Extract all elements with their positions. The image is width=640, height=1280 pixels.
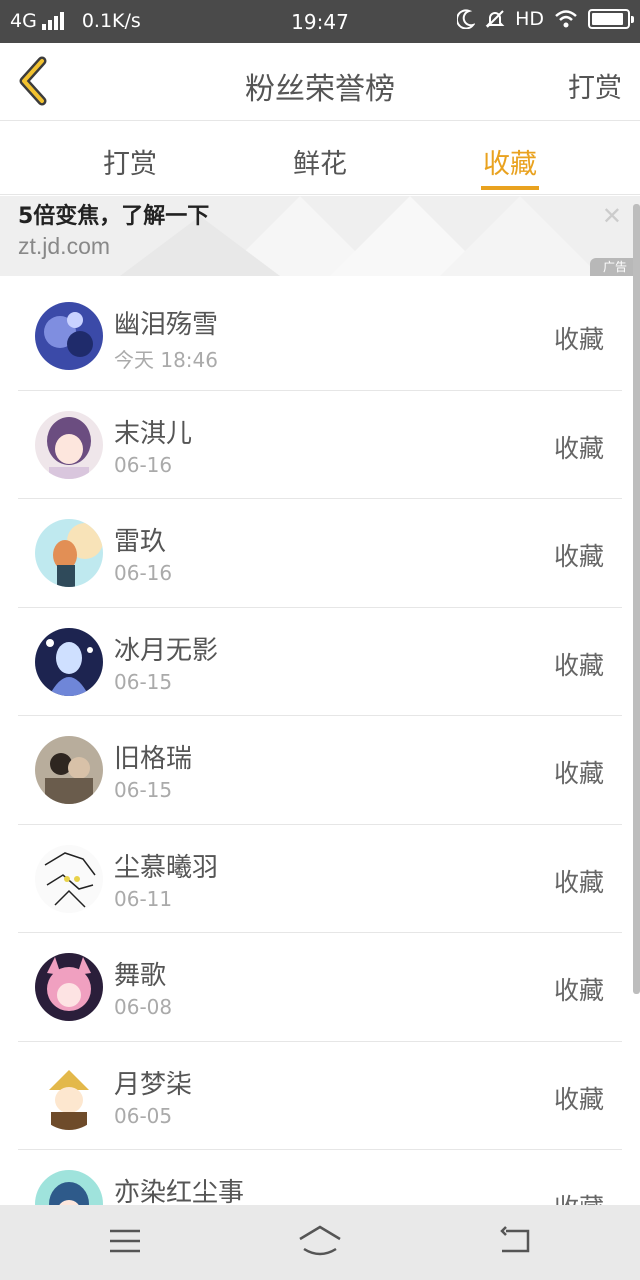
avatar[interactable]	[35, 627, 103, 696]
avatar[interactable]	[35, 410, 103, 479]
system-nav-bar	[0, 1205, 640, 1280]
fan-name: 冰月无影	[114, 635, 219, 666]
avatar[interactable]	[35, 1061, 103, 1130]
avatar[interactable]	[35, 302, 103, 370]
fan-date: 06-08	[114, 995, 173, 1019]
wifi-icon	[555, 10, 577, 28]
fan-name: 亦染红尘事	[114, 1178, 245, 1208]
fan-name: 尘慕曦羽	[114, 852, 219, 883]
home-icon	[299, 1225, 341, 1256]
tab-bar: 打赏 鲜花 收藏	[0, 122, 640, 195]
battery-icon	[588, 9, 634, 29]
status-right: HD	[447, 8, 634, 30]
fan-date: 06-15	[114, 669, 173, 694]
fan-name: 旧格瑞	[114, 744, 193, 774]
list-item[interactable]: 雷玖 06-16 收藏	[18, 499, 622, 608]
list-item[interactable]: 旧格瑞 06-15 收藏	[18, 716, 622, 825]
fan-status: 收藏	[553, 1084, 604, 1114]
fan-name: 舞歌	[114, 961, 167, 991]
fan-status: 收藏	[553, 433, 604, 463]
fan-date: 06-15	[114, 778, 173, 802]
status-bar: 4G 0.1K/s 19:47 HD	[0, 0, 640, 43]
fan-date: 今天 18:46	[114, 348, 218, 372]
fan-list: 幽泪殇雪 今天 18:46 收藏 末淇儿 06-16 收藏 雷玖 06-16 收…	[18, 282, 622, 1259]
ad-headline: 5倍变焦，了解一下	[18, 204, 210, 229]
fan-name: 末淇儿	[114, 418, 193, 449]
home-button[interactable]	[298, 1223, 342, 1263]
avatar[interactable]	[35, 844, 103, 913]
menu-icon	[110, 1229, 140, 1253]
back-nav-icon	[500, 1226, 530, 1253]
fan-status: 收藏	[553, 976, 604, 1005]
back-nav-button[interactable]	[498, 1223, 532, 1263]
list-item[interactable]: 尘慕曦羽 06-11 收藏	[18, 825, 622, 933]
ad-domain: zt.jd.com	[18, 233, 111, 259]
fan-status: 收藏	[553, 325, 604, 354]
tab-flowers[interactable]: 鲜花	[260, 142, 380, 181]
tab-favorites[interactable]: 收藏	[450, 142, 570, 190]
hd-label: HD	[515, 8, 544, 30]
mute-bell-icon	[485, 10, 505, 28]
avatar[interactable]	[35, 953, 103, 1021]
page-title: 粉丝荣誉榜	[245, 72, 395, 107]
header: 粉丝荣誉榜 打赏	[0, 43, 640, 121]
fan-date: 06-05	[114, 1103, 173, 1128]
list-item[interactable]: 月梦柒 06-05 收藏	[18, 1042, 622, 1150]
ad-close-icon[interactable]: ✕	[602, 202, 622, 230]
fan-date: 06-16	[114, 452, 173, 477]
menu-button[interactable]	[108, 1223, 142, 1263]
fan-status: 收藏	[553, 759, 604, 788]
fan-status: 收藏	[553, 542, 604, 571]
list-item[interactable]: 末淇儿 06-16 收藏	[18, 391, 622, 499]
moon-icon	[457, 9, 476, 29]
fan-name: 幽泪殇雪	[114, 310, 219, 340]
ad-banner[interactable]: 5倍变焦，了解一下 zt.jd.com ✕ 广告	[0, 196, 640, 276]
reward-button[interactable]: 打赏	[568, 66, 622, 105]
active-tab-indicator	[481, 186, 539, 190]
fan-date: 06-11	[114, 886, 173, 911]
fan-status: 收藏	[553, 650, 604, 680]
list-item[interactable]: 幽泪殇雪 今天 18:46 收藏	[18, 282, 622, 391]
tab-reward[interactable]: 打赏	[70, 142, 190, 181]
fan-status: 收藏	[553, 867, 604, 897]
list-item[interactable]: 冰月无影 06-15 收藏	[18, 608, 622, 716]
fan-date: 06-16	[114, 561, 173, 585]
list-item[interactable]: 舞歌 06-08 收藏	[18, 933, 622, 1042]
fan-name: 月梦柒	[114, 1069, 193, 1100]
scrollbar[interactable]	[633, 204, 640, 994]
fan-name: 雷玖	[114, 527, 167, 557]
tab-favorites-label: 收藏	[483, 149, 537, 180]
avatar[interactable]	[35, 519, 103, 587]
avatar[interactable]	[35, 736, 103, 804]
